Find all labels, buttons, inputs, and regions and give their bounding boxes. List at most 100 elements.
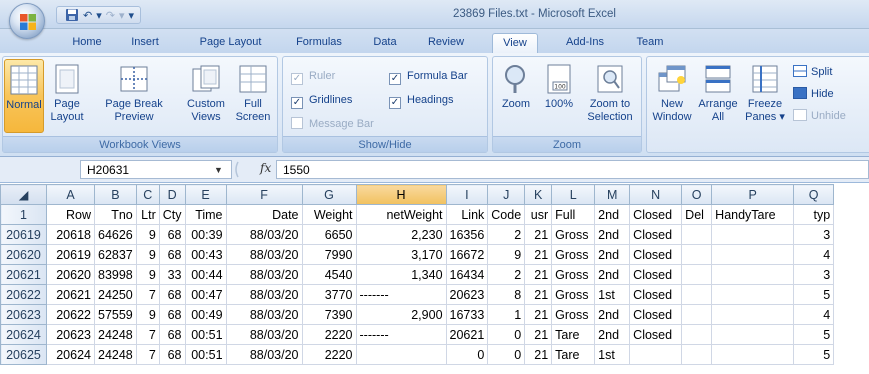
cell[interactable]: 21	[524, 324, 553, 345]
cell[interactable]: 5	[793, 344, 835, 365]
cell[interactable]	[681, 264, 713, 285]
cell[interactable]: 21	[524, 304, 553, 325]
row-header[interactable]: 20620	[0, 244, 47, 265]
column-header-m[interactable]: M	[594, 184, 631, 205]
cell[interactable]: 3770	[301, 284, 357, 305]
cell[interactable]: Closed	[629, 284, 683, 305]
cell[interactable]: Closed	[629, 304, 683, 325]
cell[interactable]: Closed	[629, 264, 683, 285]
cell[interactable]: 88/03/20	[225, 284, 303, 305]
cell[interactable]: 2nd	[594, 224, 631, 245]
cell[interactable]	[711, 304, 795, 325]
cell[interactable]: 7990	[301, 244, 357, 265]
insert-function-icon[interactable]: fx	[260, 161, 271, 175]
tab-team[interactable]: Team	[628, 33, 672, 53]
column-header-q[interactable]: Q	[793, 184, 835, 205]
cell[interactable]: 9	[135, 224, 160, 245]
zoom-to-selection-button[interactable]: Zoom to Selection	[581, 59, 639, 133]
cell[interactable]: 88/03/20	[225, 264, 303, 285]
cell[interactable]: 83998	[94, 264, 137, 285]
cell[interactable]: 00:43	[184, 244, 227, 265]
cell[interactable]: HandyTare	[711, 204, 795, 225]
column-header-d[interactable]: D	[158, 184, 186, 205]
cell[interactable]: 16672	[445, 244, 489, 265]
cell[interactable]: 68	[158, 344, 186, 365]
page-break-preview-button[interactable]: Page Break Preview	[91, 59, 177, 133]
cell[interactable]: 9	[135, 304, 160, 325]
column-header-n[interactable]: N	[629, 184, 683, 205]
cell[interactable]	[681, 224, 713, 245]
cell[interactable]: 6650	[301, 224, 357, 245]
cell[interactable]: 88/03/20	[225, 224, 303, 245]
split-button[interactable]: Split	[793, 63, 832, 81]
cell[interactable]: 20618	[46, 224, 95, 245]
column-header-o[interactable]: O	[681, 184, 713, 205]
cell[interactable]: 62837	[94, 244, 137, 265]
cell[interactable]: 5	[793, 324, 835, 345]
cell[interactable]: 2nd	[594, 324, 631, 345]
cell[interactable]: 2nd	[594, 264, 631, 285]
cell[interactable]: Link	[445, 204, 489, 225]
cell[interactable]: Tare	[551, 344, 596, 365]
cell[interactable]: 21	[524, 224, 553, 245]
cell[interactable]: 88/03/20	[225, 344, 303, 365]
cell[interactable]: 3	[793, 224, 835, 245]
cell[interactable]: Row	[46, 204, 95, 225]
cell[interactable]: 24248	[94, 344, 137, 365]
zoom-100-button[interactable]: 100 100%	[539, 59, 579, 133]
unhide-button[interactable]: Unhide	[793, 107, 846, 125]
cell[interactable]: 2	[487, 264, 526, 285]
cell[interactable]: Date	[225, 204, 303, 225]
cell[interactable]: 9	[135, 244, 160, 265]
cell[interactable]: 9	[135, 264, 160, 285]
cell[interactable]: 20621	[46, 284, 95, 305]
cell[interactable]	[711, 284, 795, 305]
cell[interactable]	[355, 344, 447, 365]
cell[interactable]: Gross	[551, 304, 596, 325]
cell[interactable]: Tno	[94, 204, 137, 225]
cell[interactable]: 20624	[46, 344, 95, 365]
cell[interactable]	[681, 284, 713, 305]
cell[interactable]: 7	[135, 284, 160, 305]
cell[interactable]: 68	[158, 284, 186, 305]
headings-checkbox[interactable]: ✓ Headings	[389, 91, 453, 109]
cell[interactable]: 3,170	[355, 244, 447, 265]
name-box[interactable]: H20631	[80, 160, 232, 179]
cell[interactable]: 3	[793, 264, 835, 285]
cell[interactable]: 00:51	[184, 324, 227, 345]
cell[interactable]: 2,900	[355, 304, 447, 325]
cell[interactable]: 1	[487, 304, 526, 325]
cell[interactable]: 68	[158, 224, 186, 245]
worksheet-grid[interactable]: ◢ ABCDEFGHIJKLMNOPQ 1 Row Tno Ltr Cty Time Dat…	[0, 184, 869, 374]
hide-button[interactable]: Hide	[793, 85, 834, 103]
select-all-corner[interactable]: ◢	[0, 184, 47, 205]
gridlines-checkbox[interactable]: ✓ Gridlines	[291, 91, 352, 109]
cell[interactable]: 24248	[94, 324, 137, 345]
tab-data[interactable]: Data	[366, 33, 404, 53]
cell[interactable]	[681, 344, 713, 365]
cell[interactable]: 20619	[46, 244, 95, 265]
cell[interactable]: Closed	[629, 324, 683, 345]
column-header-p[interactable]: P	[711, 184, 795, 205]
tab-formulas[interactable]: Formulas	[286, 33, 352, 53]
zoom-button[interactable]: Zoom	[495, 59, 537, 133]
cell[interactable]: Full	[551, 204, 596, 225]
column-header-g[interactable]: G	[301, 184, 357, 205]
cell[interactable]: 7390	[301, 304, 357, 325]
tab-page-layout[interactable]: Page Layout	[188, 33, 273, 53]
cell[interactable]: 4540	[301, 264, 357, 285]
cell[interactable]: Closed	[629, 244, 683, 265]
cell[interactable]	[711, 344, 795, 365]
cell[interactable]: 20621	[445, 324, 489, 345]
cell[interactable]	[711, 264, 795, 285]
row-header[interactable]: 1	[0, 204, 47, 225]
cell[interactable]: Gross	[551, 244, 596, 265]
cell[interactable]: 1,340	[355, 264, 447, 285]
cell[interactable]: 5	[793, 284, 835, 305]
tab-view[interactable]: View	[492, 33, 538, 53]
cell[interactable]: 2nd	[594, 204, 631, 225]
cell[interactable]	[629, 344, 683, 365]
message-bar-checkbox[interactable]: Message Bar	[291, 115, 374, 133]
cell[interactable]: 20620	[46, 264, 95, 285]
cell[interactable]: 0	[487, 324, 526, 345]
